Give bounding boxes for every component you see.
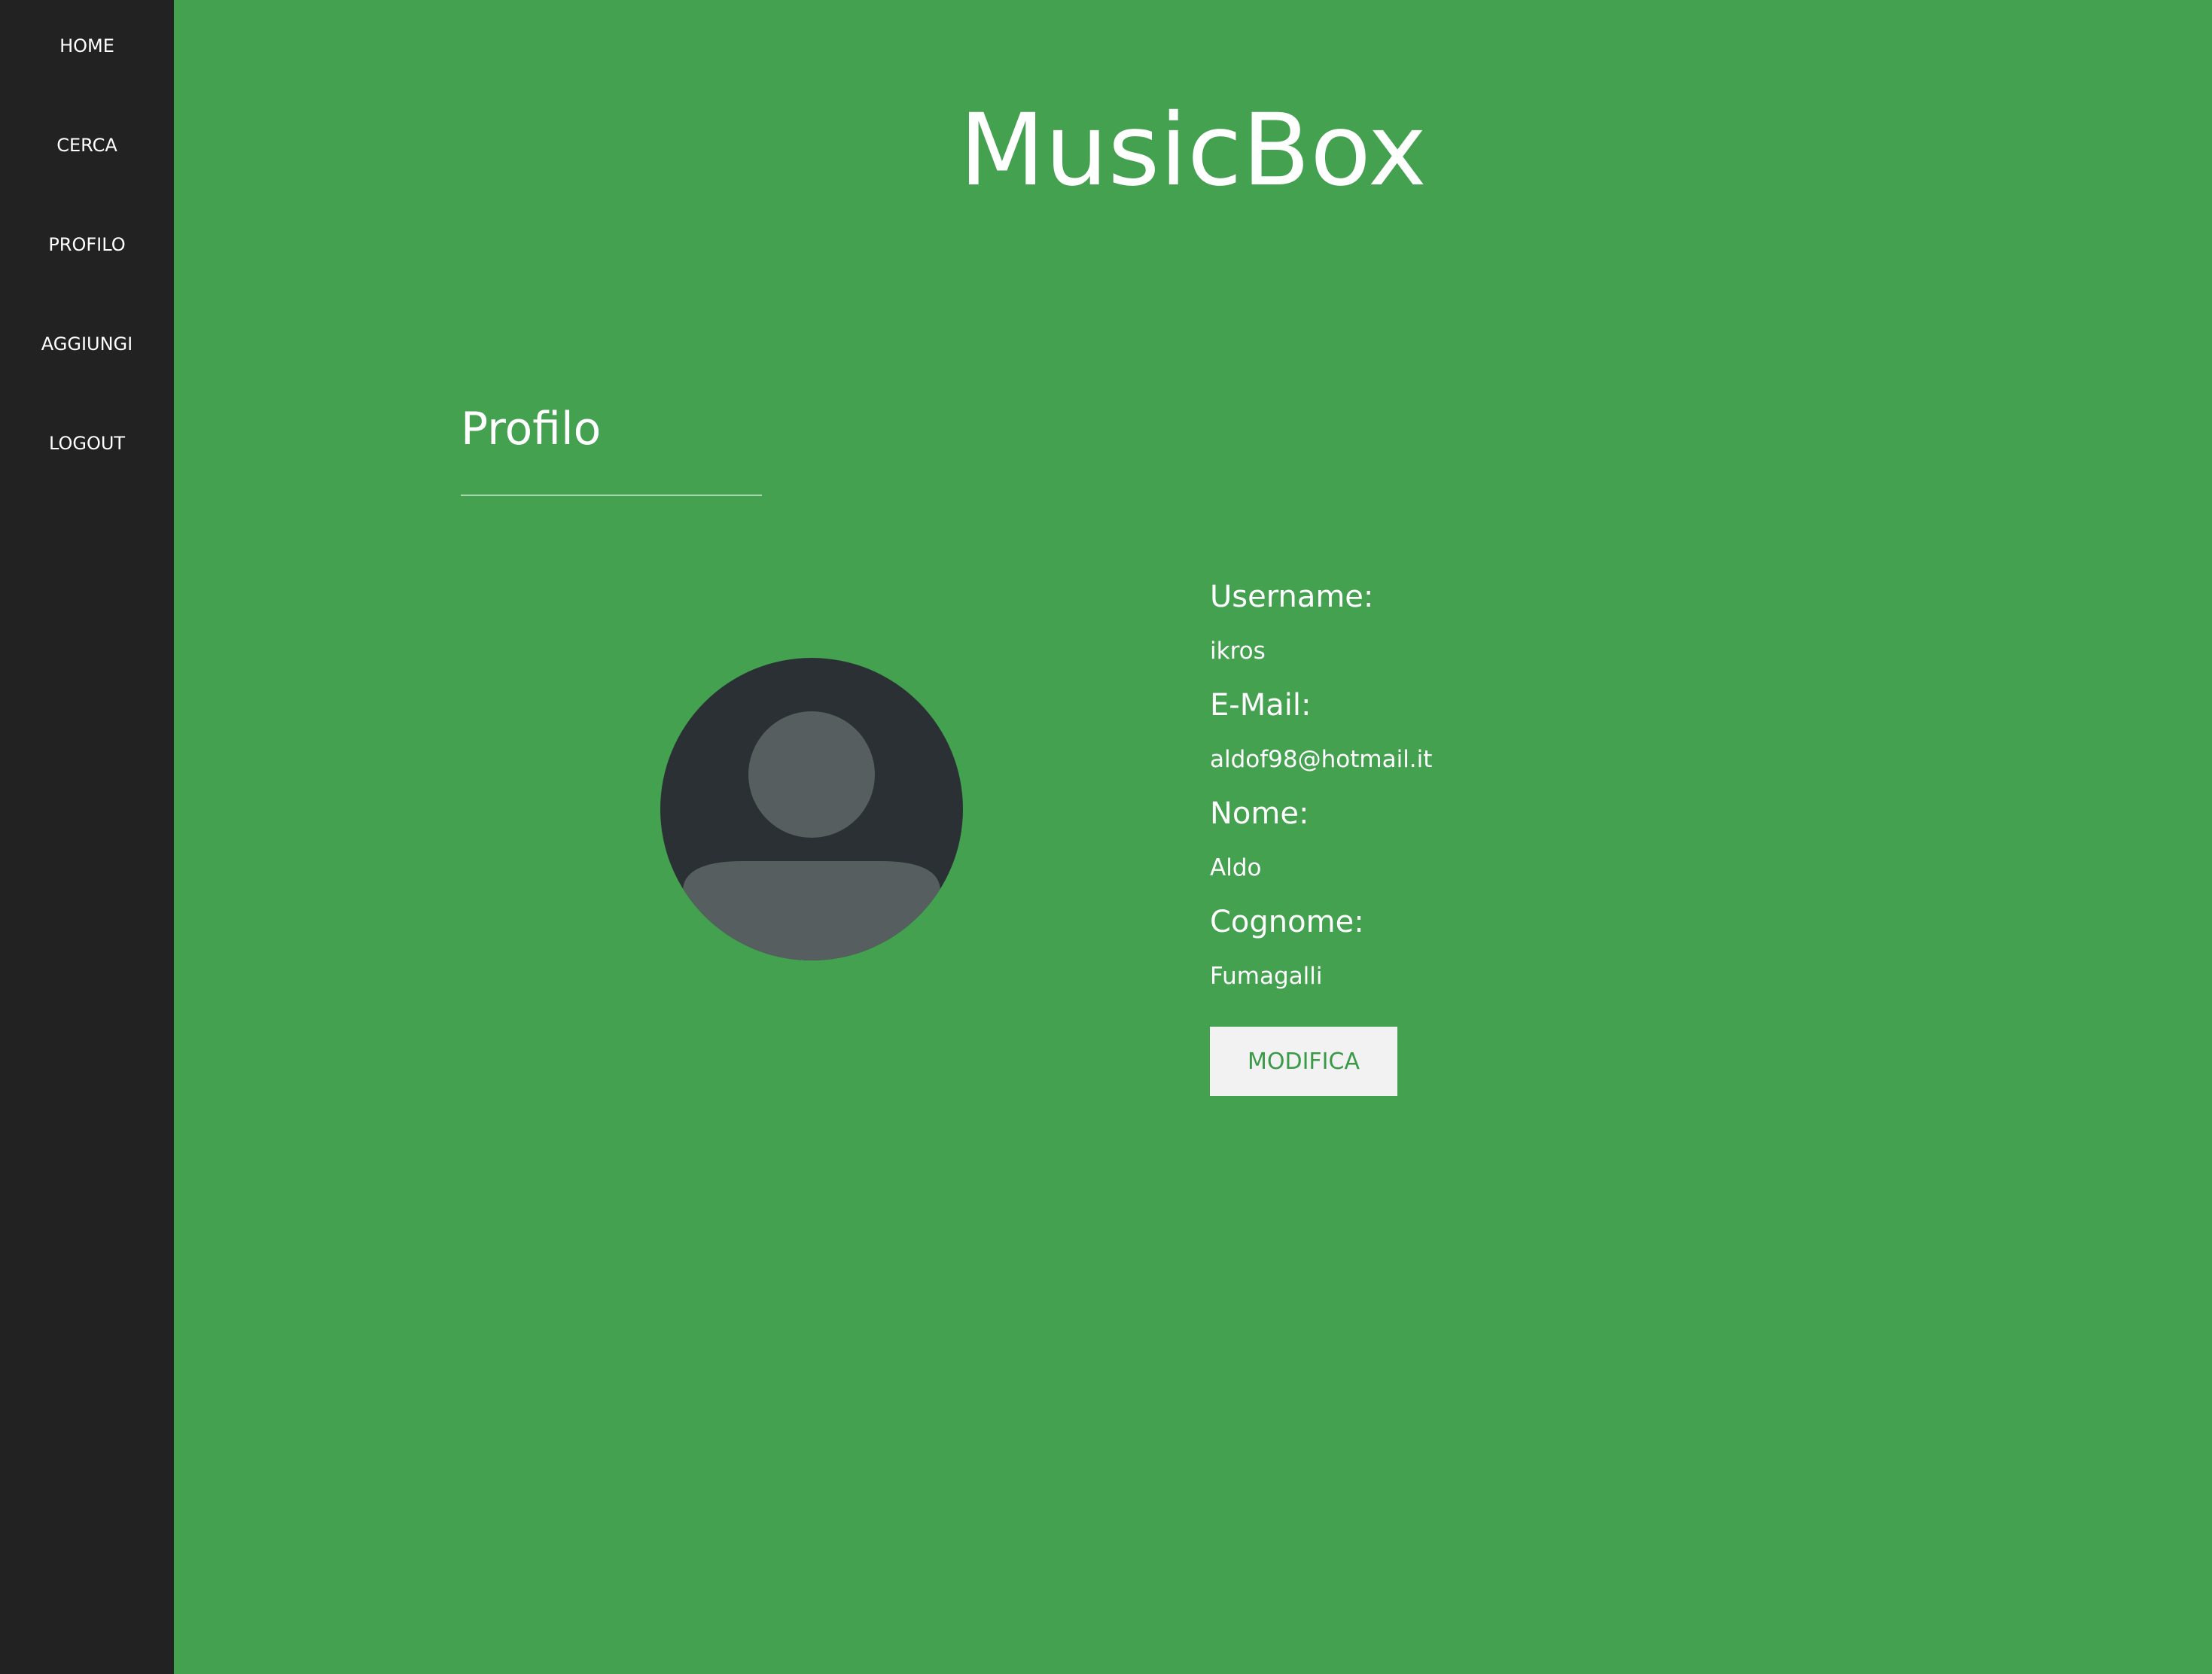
username-label: Username:	[1210, 580, 1374, 614]
nav-item-home[interactable]: HOME	[0, 31, 174, 61]
cognome-value: Fumagalli	[1210, 963, 1323, 990]
username-value: ikros	[1210, 638, 1266, 665]
user-silhouette-icon	[660, 658, 963, 960]
main-content: MusicBox Profilo Username: ikros E-Mail:…	[174, 0, 2212, 1674]
sidebar: HOME CERCA PROFILO AGGIUNGI LOGOUT	[0, 0, 174, 1674]
edit-profile-button[interactable]: MODIFICA	[1210, 1027, 1397, 1096]
nav-item-aggiungi[interactable]: AGGIUNGI	[0, 329, 174, 359]
nav-item-logout[interactable]: LOGOUT	[0, 428, 174, 458]
page: HOME CERCA PROFILO AGGIUNGI LOGOUT Music…	[0, 0, 2212, 1674]
app-title: MusicBox	[959, 93, 1427, 208]
nav-item-cerca[interactable]: CERCA	[0, 130, 174, 160]
nome-value: Aldo	[1210, 854, 1262, 881]
nav-item-profilo[interactable]: PROFILO	[0, 230, 174, 260]
section-title: Profilo	[461, 403, 602, 455]
avatar	[660, 658, 963, 960]
email-label: E-Mail:	[1210, 688, 1312, 723]
cognome-label: Cognome:	[1210, 905, 1364, 939]
email-value: aldof98@hotmail.it	[1210, 746, 1433, 773]
section-divider	[461, 495, 762, 496]
nome-label: Nome:	[1210, 796, 1309, 831]
